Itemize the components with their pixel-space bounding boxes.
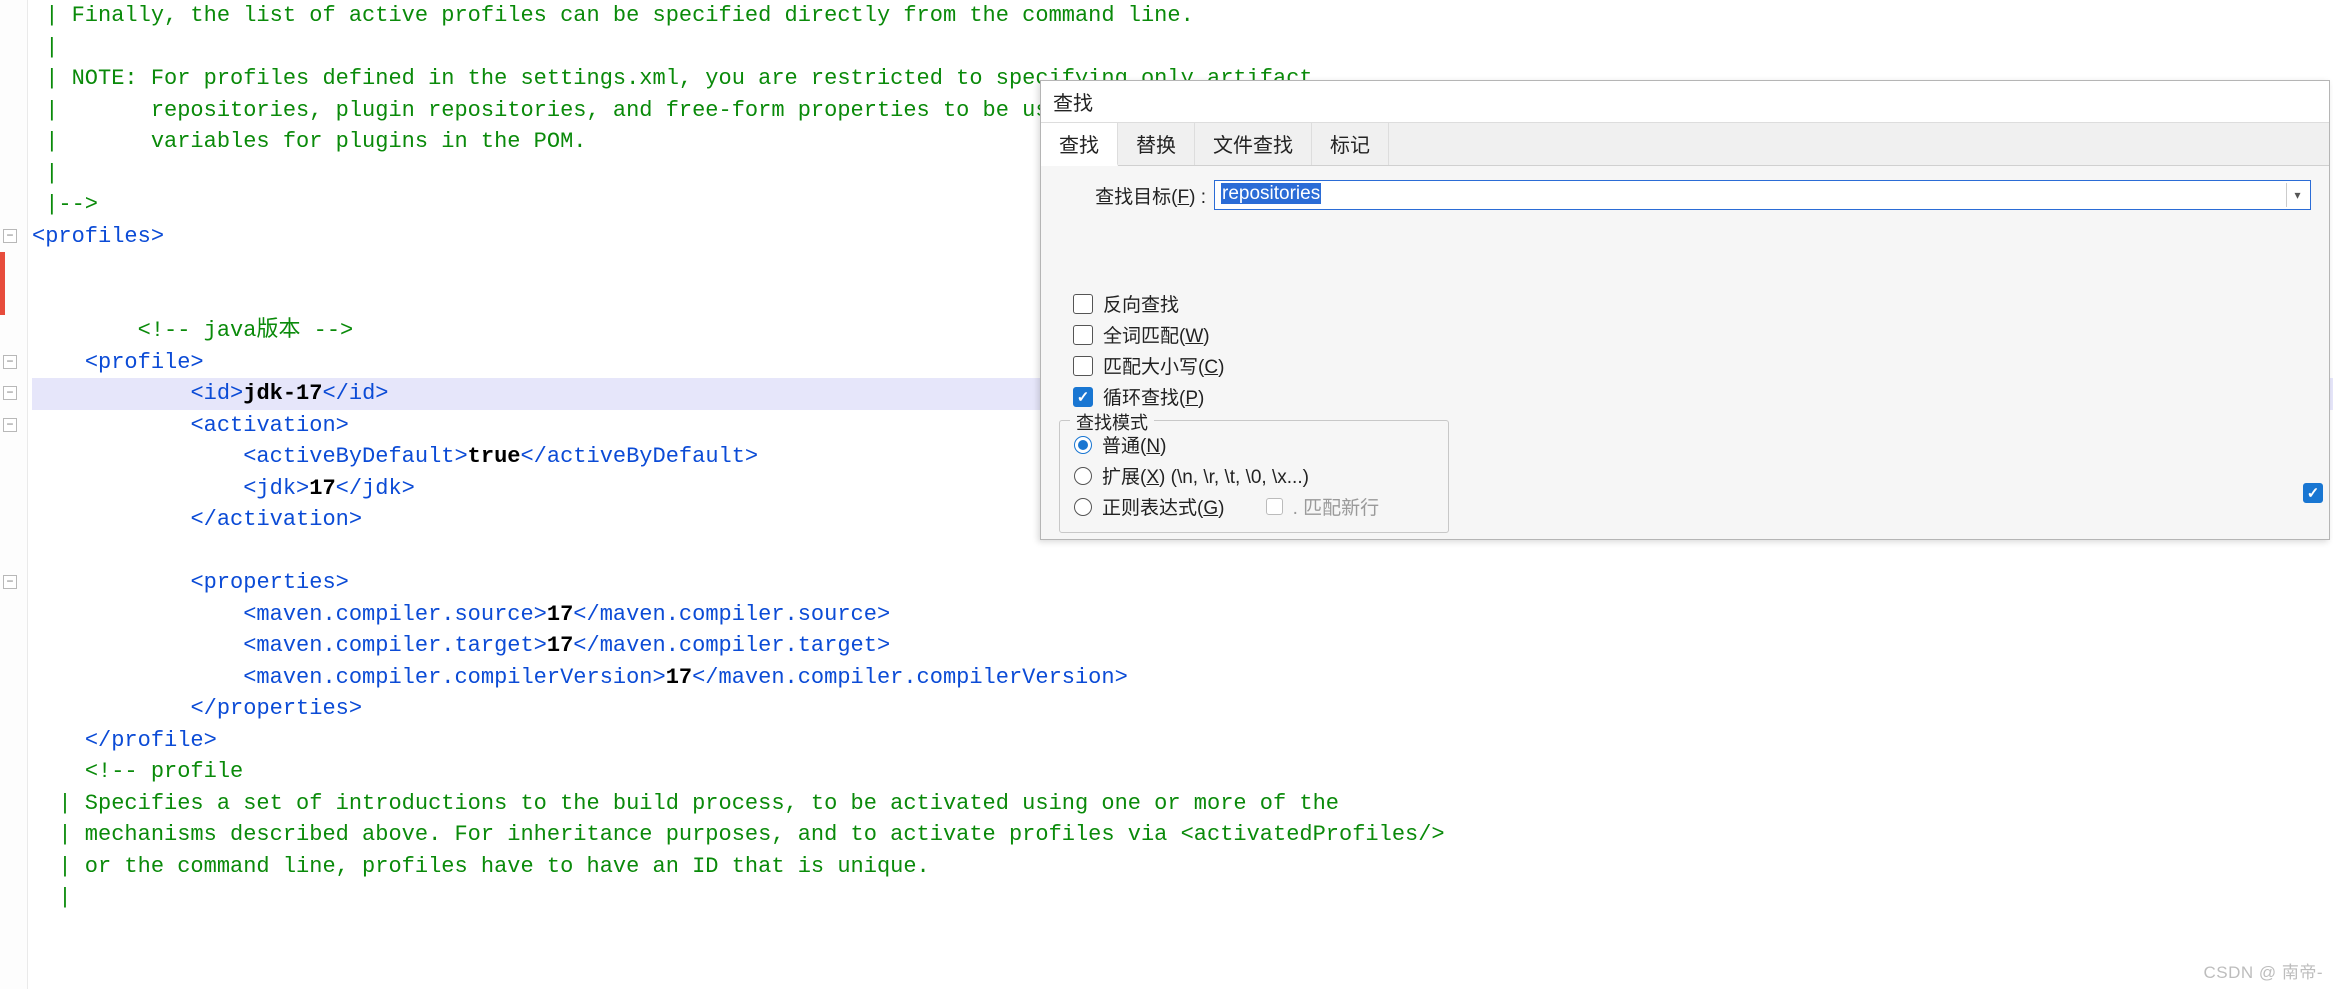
option-label: 反向查找	[1103, 290, 1179, 317]
chevron-down-icon[interactable]: ▾	[2286, 183, 2308, 207]
search-mode-option[interactable]: 扩展(X) (\n, \r, \t, \0, \x...)	[1074, 462, 1434, 489]
code-line[interactable]: |	[32, 32, 2333, 64]
code-line[interactable]: | or the command line, profiles have to …	[32, 851, 2333, 883]
option-label: 匹配大小写(C)	[1103, 352, 1224, 379]
code-line[interactable]: <maven.compiler.source>17</maven.compile…	[32, 599, 2333, 631]
search-mode-group: 查找模式 普通(N)扩展(X) (\n, \r, \t, \0, \x...)正…	[1059, 420, 1449, 533]
find-option[interactable]: 匹配大小写(C)	[1073, 352, 2311, 379]
code-line[interactable]: |	[32, 882, 2333, 914]
code-line[interactable]: | mechanisms described above. For inheri…	[32, 819, 2333, 851]
checkbox-icon[interactable]	[1073, 325, 1093, 345]
mode-label: 正则表达式(G)	[1102, 493, 1224, 520]
dialog-title: 查找	[1041, 81, 2329, 123]
code-line[interactable]: <maven.compiler.compilerVersion>17</mave…	[32, 662, 2333, 694]
fold-toggle-icon[interactable]: −	[3, 386, 17, 400]
code-line[interactable]: <!-- profile	[32, 756, 2333, 788]
find-target-label: 查找目标(F) :	[1059, 182, 1214, 209]
checkbox-icon[interactable]: ✓	[1073, 387, 1093, 407]
checkbox-icon	[1266, 498, 1283, 515]
change-marker	[0, 252, 5, 315]
search-mode-option[interactable]: 普通(N)	[1074, 431, 1434, 458]
dialog-tabs: 查找替换文件查找标记	[1041, 123, 2329, 166]
find-option[interactable]: 反向查找	[1073, 290, 2311, 317]
tab-替换[interactable]: 替换	[1118, 123, 1195, 165]
find-options: 反向查找全词匹配(W) 匹配大小写(C) ✓ 循环查找(P)	[1073, 290, 2311, 410]
mode-label: 扩展(X) (\n, \r, \t, \0, \x...)	[1102, 462, 1309, 489]
code-line[interactable]: | Finally, the list of active profiles c…	[32, 0, 2333, 32]
find-option[interactable]: 全词匹配(W)	[1073, 321, 2311, 348]
tab-文件查找[interactable]: 文件查找	[1195, 123, 1312, 165]
editor-gutter: − − − − −	[0, 0, 28, 989]
code-line[interactable]: </properties>	[32, 693, 2333, 725]
radio-icon[interactable]	[1074, 436, 1092, 454]
fold-toggle-icon[interactable]: −	[3, 418, 17, 432]
find-target-input[interactable]: repositories ▾	[1214, 180, 2311, 210]
fold-toggle-icon[interactable]: −	[3, 575, 17, 589]
radio-icon[interactable]	[1074, 498, 1092, 516]
tab-查找[interactable]: 查找	[1041, 123, 1118, 166]
checkbox-icon[interactable]	[1073, 294, 1093, 314]
tab-标记[interactable]: 标记	[1312, 123, 1389, 165]
find-option[interactable]: ✓ 循环查找(P)	[1073, 383, 2311, 410]
match-newline-label: . 匹配新行	[1293, 493, 1380, 520]
radio-icon[interactable]	[1074, 467, 1092, 485]
search-mode-option[interactable]: 正则表达式(G) . 匹配新行	[1074, 493, 1434, 520]
search-mode-legend: 查找模式	[1070, 409, 1154, 435]
checkbox-icon[interactable]	[1073, 356, 1093, 376]
mode-label: 普通(N)	[1102, 431, 1166, 458]
option-label: 全词匹配(W)	[1103, 321, 1210, 348]
find-target-value: repositories	[1221, 183, 1321, 204]
code-line[interactable]: <properties>	[32, 567, 2333, 599]
find-dialog: 查找 查找替换文件查找标记 查找目标(F) : repositories ▾ 反…	[1040, 80, 2330, 540]
code-line[interactable]: | Specifies a set of introductions to th…	[32, 788, 2333, 820]
watermark: CSDN @ 南帝-	[2203, 958, 2323, 983]
option-label: 循环查找(P)	[1103, 383, 1204, 410]
fold-toggle-icon[interactable]: −	[3, 229, 17, 243]
fold-toggle-icon[interactable]: −	[3, 355, 17, 369]
code-line[interactable]: </profile>	[32, 725, 2333, 757]
side-toggle[interactable]: ✓	[2303, 481, 2323, 504]
code-line[interactable]: <maven.compiler.target>17</maven.compile…	[32, 630, 2333, 662]
